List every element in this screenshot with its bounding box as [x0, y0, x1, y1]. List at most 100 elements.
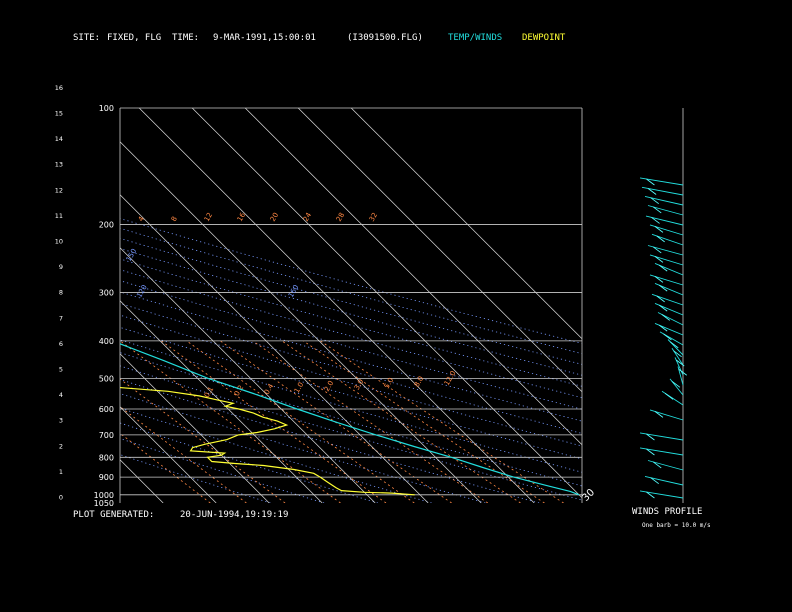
axis-labels: 1002003004005006007008009001000105001234… [55, 84, 597, 508]
winds-profile-panel [639, 108, 688, 503]
isotherm [138, 108, 535, 503]
height-tick-label: 11 [55, 212, 63, 220]
mixing-ratio-label: 8 [170, 215, 179, 223]
mixing-ratio-label: 24 [302, 211, 314, 223]
mixing-ratio-label: 3.0 [353, 378, 365, 392]
dry-adiabat [120, 393, 486, 503]
wind-barb-feather [663, 333, 672, 341]
dry-adiabat [120, 326, 582, 460]
isotherm [0, 108, 4, 503]
wind-barb-feather [656, 235, 665, 243]
dry-adiabat-label: 150 [125, 247, 139, 263]
height-tick-label: 12 [55, 186, 63, 194]
skew-t-chart: 1002003004005006007008009001000105001234… [0, 84, 688, 508]
mixing-ratio-line [186, 340, 415, 503]
mixing-ratio-line [281, 340, 521, 503]
height-tick-label: 16 [55, 84, 63, 92]
dry-adiabat [120, 248, 582, 376]
height-tick-label: 7 [59, 314, 63, 322]
dry-adiabat [120, 314, 582, 447]
height-tick-label: 5 [59, 366, 63, 374]
mixing-ratio-label: 0.4 [263, 382, 276, 396]
mixing-ratio-line [161, 340, 387, 503]
isotherm [120, 194, 429, 503]
mixing-ratio-line [120, 340, 341, 503]
isotherm [120, 353, 270, 503]
wind-barb [661, 390, 684, 406]
wind-barb [654, 262, 684, 276]
mixing-ratio-line [320, 340, 564, 503]
dry-adiabat [120, 352, 582, 487]
mixing-ratio-label: 8.0 [413, 375, 425, 389]
dry-adiabat-lines [120, 218, 582, 503]
pressure-tick-label: 500 [99, 374, 114, 383]
height-tick-label: 6 [59, 340, 63, 348]
isotherm [120, 459, 164, 503]
pressure-tick-label: 600 [99, 405, 114, 414]
height-tick-label: 13 [55, 161, 63, 169]
dry-adiabat [120, 438, 325, 503]
height-tick-label: 10 [55, 238, 63, 246]
dry-adiabat [120, 237, 582, 365]
mixing-ratio-lines [120, 340, 564, 503]
isotherm [191, 108, 582, 499]
pressure-tick-label: 700 [99, 431, 114, 440]
mixing-ratio-label: 2.0 [323, 379, 335, 393]
pressure-tick-label: 900 [99, 473, 114, 482]
pressure-tick-label: 400 [99, 337, 114, 346]
dry-adiabat [120, 291, 582, 422]
height-tick-label: 9 [59, 263, 63, 271]
mixing-ratio-label: 1.0 [293, 381, 305, 395]
dry-adiabat [120, 280, 582, 410]
isotherm [244, 108, 582, 446]
dry-adiabat [120, 379, 540, 503]
pressure-tick-label: 100 [99, 104, 114, 113]
mixing-ratio-line [303, 340, 545, 503]
wind-barb [654, 322, 684, 336]
isotherm [350, 108, 582, 340]
dry-adiabat [120, 302, 582, 434]
isotherm-right-label: 30 [580, 487, 597, 504]
mixing-ratio-label: 16 [236, 211, 248, 223]
height-tick-label: 0 [59, 494, 63, 502]
isotherm [0, 108, 57, 503]
height-tick-label: 8 [59, 289, 63, 297]
height-tick-label: 2 [59, 442, 63, 450]
mixing-ratio-label: 12 [203, 211, 214, 223]
pressure-tick-label: 200 [99, 220, 114, 229]
mixing-ratio-label: 20 [269, 211, 280, 223]
isotherm [120, 141, 482, 503]
dry-adiabat [120, 269, 582, 399]
isotherm [120, 300, 323, 503]
dry-adiabat [120, 365, 582, 501]
height-tick-label: 15 [55, 110, 63, 118]
wind-barb [654, 282, 684, 296]
mixing-ratio-line [120, 406, 247, 503]
dry-adiabat-label: 160 [287, 283, 301, 299]
dry-adiabat [120, 258, 582, 387]
dry-adiabat [120, 339, 582, 473]
mixing-ratio-label: 32 [368, 211, 379, 223]
pressure-tick-label: 1050 [94, 499, 114, 508]
dry-adiabat [120, 227, 582, 355]
height-tick-label: 3 [59, 417, 63, 425]
pressure-tick-label: 800 [99, 453, 114, 462]
isotherm [297, 108, 582, 393]
dry-adiabat [120, 407, 432, 503]
wind-barb-feather [669, 341, 679, 349]
height-tick-label: 1 [59, 468, 63, 476]
height-tick-label: 14 [55, 135, 63, 143]
isotherm [120, 406, 217, 503]
height-tick-label: 4 [59, 391, 63, 399]
dry-adiabat-label: 120 [135, 284, 149, 300]
isotherm-lines [0, 108, 582, 503]
temperature-line [120, 343, 580, 496]
isobar-lines [119, 107, 583, 503]
pressure-tick-label: 300 [99, 289, 114, 298]
wind-barb-feather [656, 295, 665, 303]
wind-barb-feather [673, 350, 682, 358]
wind-barb-feather [664, 392, 674, 400]
sounding-series [120, 343, 580, 496]
mixing-ratio-label: 28 [335, 211, 346, 223]
dry-adiabat [120, 218, 582, 344]
